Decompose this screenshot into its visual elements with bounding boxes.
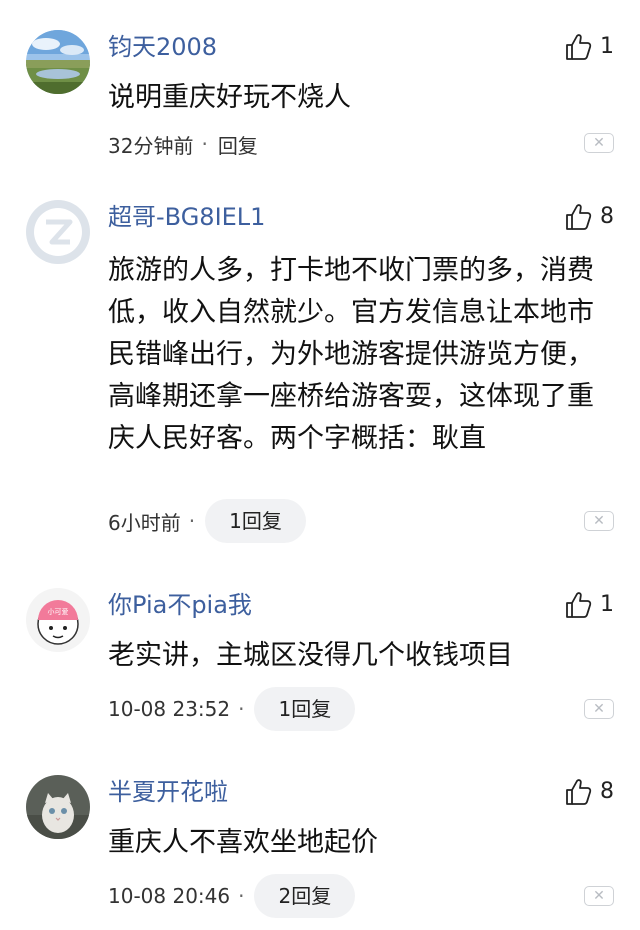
comment-meta: 6小时前 · 1回复 — [108, 499, 306, 543]
reply-count-button[interactable]: 2回复 — [254, 874, 356, 918]
comment-item: 钧天2008 1 说明重庆好玩不烧人 32分钟前 · 回复 ✕ — [0, 30, 640, 170]
separator: · — [238, 884, 245, 908]
timestamp: 32分钟前 — [108, 133, 194, 158]
comment-meta: 10-08 20:46 · 2回复 — [108, 874, 356, 918]
separator: · — [238, 697, 245, 721]
avatar[interactable] — [26, 30, 90, 94]
comment-item: 小可爱 你Pia不pia我 1 老实讲，主城区没得几个收钱项目 10-08 23… — [0, 588, 640, 738]
comment-text: 说明重庆好玩不烧人 — [108, 82, 351, 113]
avatar[interactable] — [26, 775, 90, 839]
dismiss-button[interactable]: ✕ — [584, 511, 614, 531]
timestamp: 10-08 20:46 — [108, 884, 231, 908]
like-count: 8 — [600, 204, 614, 229]
close-icon: ✕ — [593, 135, 605, 151]
avatar[interactable]: 小可爱 — [26, 588, 90, 652]
like-count: 8 — [600, 779, 614, 804]
username[interactable]: 钧天2008 — [108, 32, 217, 62]
username[interactable]: 半夏开花啦 — [108, 777, 228, 807]
separator: · — [201, 132, 208, 156]
like-button[interactable]: 8 — [564, 202, 614, 232]
like-button[interactable]: 8 — [564, 777, 614, 807]
username[interactable]: 超哥-BG8IEL1 — [108, 202, 265, 232]
comment-text: 老实讲，主城区没得几个收钱项目 — [108, 640, 513, 671]
timestamp: 10-08 23:52 — [108, 697, 231, 721]
dismiss-button[interactable]: ✕ — [584, 699, 614, 719]
close-icon: ✕ — [593, 513, 605, 529]
avatar[interactable] — [26, 200, 90, 264]
like-count: 1 — [600, 592, 614, 617]
close-icon: ✕ — [593, 701, 605, 717]
thumbs-up-icon — [566, 34, 592, 60]
timestamp: 6小时前 — [108, 510, 181, 535]
reply-count-button[interactable]: 1回复 — [205, 499, 306, 543]
comment-meta: 32分钟前 · 回复 — [108, 122, 258, 166]
close-icon: ✕ — [593, 888, 605, 904]
dismiss-button[interactable]: ✕ — [584, 133, 614, 153]
reply-count-button[interactable]: 1回复 — [254, 687, 356, 731]
avatar-label: 小可爱 — [48, 607, 69, 616]
username[interactable]: 你Pia不pia我 — [108, 590, 252, 620]
comment-text: 重庆人不喜欢坐地起价 — [108, 827, 378, 858]
thumbs-up-icon — [566, 592, 592, 618]
like-button[interactable]: 1 — [564, 590, 614, 620]
like-button[interactable]: 1 — [564, 32, 614, 62]
dismiss-button[interactable]: ✕ — [584, 886, 614, 906]
separator: · — [188, 509, 196, 533]
comment-text: 旅游的人多，打卡地不收门票的多，消费低，收入自然就少。官方发信息让本地市民错峰出… — [108, 255, 594, 454]
comment-item: 超哥-BG8IEL1 8 旅游的人多，打卡地不收门票的多，消费低，收入自然就少。… — [0, 200, 640, 550]
reply-button[interactable]: 回复 — [218, 130, 258, 159]
comment-meta: 10-08 23:52 · 1回复 — [108, 687, 356, 731]
like-count: 1 — [600, 34, 614, 59]
thumbs-up-icon — [566, 779, 592, 805]
comment-item: 半夏开花啦 8 重庆人不喜欢坐地起价 10-08 20:46 · 2回复 ✕ — [0, 775, 640, 925]
thumbs-up-icon — [566, 204, 592, 230]
